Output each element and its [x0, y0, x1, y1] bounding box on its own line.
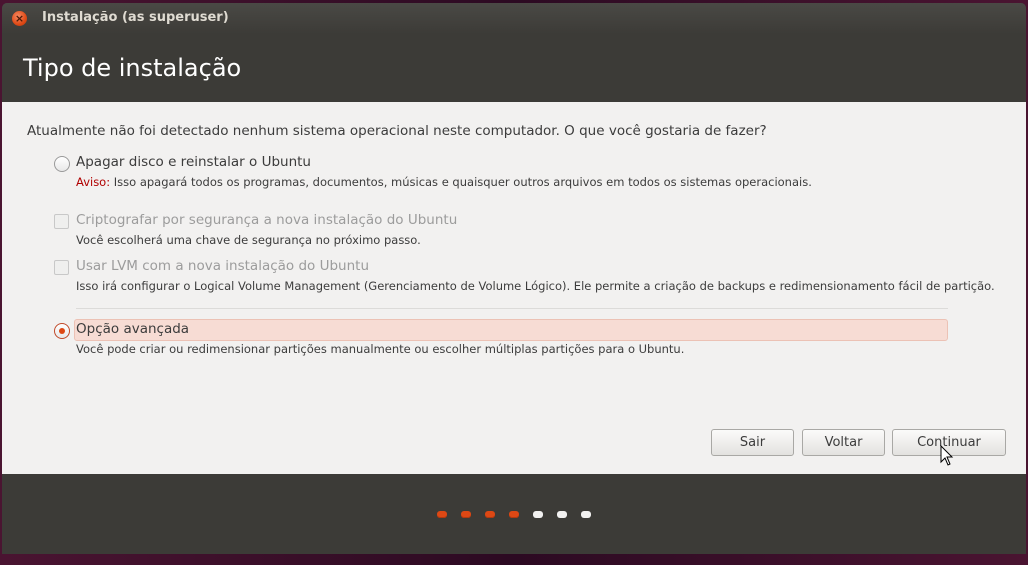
option-advanced-description: Você pode criar ou redimensionar partiçõ… [76, 342, 685, 356]
option-erase-disk-description: Aviso: Isso apagará todos os programas, … [76, 175, 812, 189]
progress-dot [533, 511, 543, 518]
option-advanced-label[interactable]: Opção avançada [76, 321, 189, 337]
mouse-cursor-icon [940, 445, 954, 466]
window-title: Instalação (as superuser) [42, 10, 229, 25]
warning-label: Aviso: [76, 175, 111, 189]
checkbox-lvm [54, 260, 69, 275]
option-encrypt-description: Você escolherá uma chave de segurança no… [76, 233, 421, 247]
main-content: Atualmente não foi detectado nenhum sist… [2, 102, 1026, 474]
option-lvm-description: Isso irá configurar o Logical Volume Man… [76, 279, 995, 293]
radio-advanced[interactable] [54, 323, 70, 339]
option-erase-disk-label[interactable]: Apagar disco e reinstalar o Ubuntu [76, 154, 311, 170]
checkbox-encrypt [54, 214, 69, 229]
radio-erase-disk[interactable] [54, 156, 70, 172]
warning-text: Isso apagará todos os programas, documen… [110, 175, 812, 189]
close-icon[interactable]: × [12, 11, 27, 26]
title-bar[interactable]: × Instalação (as superuser) [2, 3, 1026, 34]
option-lvm-label: Usar LVM com a nova instalação do Ubuntu [76, 258, 370, 274]
progress-dot [485, 511, 495, 518]
progress-dot [461, 511, 471, 518]
option-encrypt-label: Criptografar por segurança a nova instal… [76, 212, 458, 228]
progress-dot [509, 511, 519, 518]
progress-footer [2, 474, 1026, 554]
progress-dot [581, 511, 591, 518]
progress-dot [557, 511, 567, 518]
installer-window: × Instalação (as superuser) Tipo de inst… [2, 3, 1026, 554]
page-title: Tipo de instalação [23, 54, 242, 82]
back-button[interactable]: Voltar [802, 429, 885, 456]
page-header: Tipo de instalação [2, 34, 1026, 102]
quit-button[interactable]: Sair [711, 429, 794, 456]
progress-dot [437, 511, 447, 518]
selection-highlight [74, 319, 948, 341]
separator [76, 308, 948, 309]
question-text: Atualmente não foi detectado nenhum sist… [27, 123, 767, 139]
